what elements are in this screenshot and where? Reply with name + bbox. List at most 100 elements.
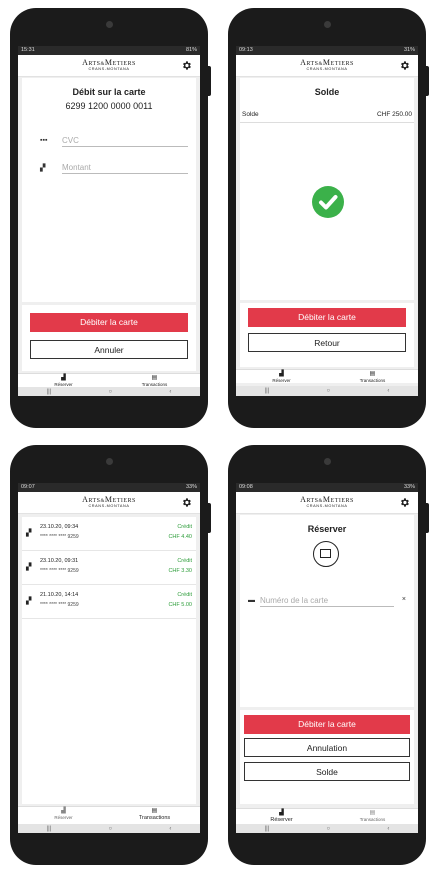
bottom-nav: ▟ Réserver ▤ Transactions <box>236 808 418 824</box>
status-bar: 09:07 33% <box>18 483 200 492</box>
tab-reserve[interactable]: ▟ Réserver <box>236 809 327 824</box>
bottom-nav: ▟ Réserver ▤ Transactions <box>18 373 200 387</box>
gear-icon[interactable] <box>399 497 410 508</box>
page-title: Réserver <box>307 524 347 534</box>
gear-icon[interactable] <box>181 60 192 71</box>
back-button[interactable]: Retour <box>248 333 406 352</box>
tab-transactions-label: Transactions <box>359 817 386 822</box>
balance-row: Solde CHF 250.00 <box>240 111 414 123</box>
amount-input[interactable]: Montant <box>62 162 188 174</box>
close-icon[interactable]: × <box>402 596 406 603</box>
tab-reserve-label: Réserver <box>272 378 291 383</box>
recents-icon[interactable]: ||| <box>47 389 52 395</box>
coins-icon: ▞ <box>40 165 46 172</box>
qr-frame <box>320 549 331 558</box>
status-time: 09:13 <box>239 47 253 53</box>
camera <box>106 458 113 465</box>
coins-icon: ▞ <box>26 530 32 537</box>
list-icon: ▤ <box>151 808 158 814</box>
amount-field[interactable]: ▞ Montant <box>40 162 188 176</box>
transaction-date: 23.10.20, 09:31 <box>40 558 79 564</box>
tab-transactions[interactable]: ▤ Transactions <box>109 374 200 387</box>
tab-transactions-label: Transactions <box>138 815 171 821</box>
list-icon: ▤ <box>369 810 376 816</box>
debit-card-button[interactable]: Débiter la carte <box>30 313 188 332</box>
bottom-nav: ▟ Réserver ▤ Transactions <box>236 369 418 383</box>
home-icon[interactable]: ○ <box>109 389 113 395</box>
screen-reserve: 09:08 33% ARTS&METIERS CRANS-MONTANA Rése… <box>236 483 418 833</box>
tab-transactions-label: Transactions <box>359 378 386 383</box>
recents-icon[interactable]: ||| <box>265 826 270 832</box>
balance-value: CHF 250.00 <box>376 111 412 118</box>
transaction-row[interactable]: ▞ 23.10.20, 09:31 **** **** **** 9259 Cr… <box>22 551 196 585</box>
system-nav: ||| ○ ‹ <box>18 387 200 396</box>
home-icon[interactable]: ○ <box>327 388 331 394</box>
balance-button[interactable]: Solde <box>244 762 410 781</box>
home-icon[interactable]: ○ <box>109 826 113 832</box>
transaction-amount: CHF 4.40 <box>168 534 192 540</box>
camera <box>324 458 331 465</box>
transaction-card: **** **** **** 9259 <box>40 534 79 540</box>
balance-card: Solde Solde CHF 250.00 <box>240 78 414 300</box>
list-icon: ▤ <box>151 375 158 381</box>
back-icon[interactable]: ‹ <box>169 826 171 832</box>
recents-icon[interactable]: ||| <box>47 826 52 832</box>
coins-icon: ▟ <box>61 375 66 381</box>
side-button <box>208 66 211 96</box>
transaction-row[interactable]: ▞ 23.10.20, 09:34 **** **** **** 9259 Cr… <box>22 517 196 551</box>
status-bar: 15:31 81% <box>18 46 200 55</box>
app-bar: ARTS&METIERS CRANS-MONTANA <box>18 55 200 77</box>
tab-reserve[interactable]: ▟ Réserver <box>18 807 109 824</box>
phone-transactions: 09:07 33% ARTS&METIERS CRANS-MONTANA ▞ 23… <box>10 445 211 865</box>
balance-label: Solde <box>242 111 259 118</box>
status-battery: 31% <box>403 47 415 53</box>
card-number-input[interactable]: Numéro de la carte <box>260 595 394 607</box>
page-title: Solde <box>314 87 340 97</box>
cancel-button[interactable]: Annuler <box>30 340 188 359</box>
transaction-card: **** **** **** 9259 <box>40 568 79 574</box>
debit-card-button[interactable]: Débiter la carte <box>248 308 406 327</box>
status-battery: 81% <box>185 47 197 53</box>
home-icon[interactable]: ○ <box>327 826 331 832</box>
phone-reserve: 09:08 33% ARTS&METIERS CRANS-MONTANA Rése… <box>228 445 429 865</box>
transactions-list: ▞ 23.10.20, 09:34 **** **** **** 9259 Cr… <box>22 517 196 804</box>
transaction-amount: CHF 3.30 <box>168 568 192 574</box>
card-number: 6299 1200 0000 0011 <box>65 101 153 111</box>
tab-reserve-label: Réserver <box>270 817 293 823</box>
status-bar: 09:08 33% <box>236 483 418 492</box>
tab-transactions[interactable]: ▤ Transactions <box>327 809 418 824</box>
system-nav: ||| ○ ‹ <box>236 386 418 396</box>
phone-debit: 15:31 81% ARTS&METIERS CRANS-MONTANA Débi… <box>10 8 211 428</box>
back-icon[interactable]: ‹ <box>169 389 171 395</box>
transaction-row[interactable]: ▞ 21.10.20, 14:14 **** **** **** 9259 Cr… <box>22 585 196 619</box>
back-icon[interactable]: ‹ <box>387 826 389 832</box>
tab-reserve[interactable]: ▟ Réserver <box>236 370 327 383</box>
recents-icon[interactable]: ||| <box>265 388 270 394</box>
gear-icon[interactable] <box>181 497 192 508</box>
screen-debit: 15:31 81% ARTS&METIERS CRANS-MONTANA Débi… <box>18 46 200 396</box>
cancellation-button[interactable]: Annulation <box>244 738 410 757</box>
status-time: 09:07 <box>21 484 35 490</box>
app-bar: ARTS&METIERS CRANS-MONTANA <box>236 55 418 77</box>
tab-transactions[interactable]: ▤ Transactions <box>109 807 200 824</box>
transaction-amount: CHF 5.00 <box>168 602 192 608</box>
cvc-input[interactable]: CVC <box>62 135 188 147</box>
app-bar: ARTS&METIERS CRANS-MONTANA <box>18 492 200 514</box>
cvc-field[interactable]: ▪▪▪ CVC <box>40 135 188 149</box>
app-bar: ARTS&METIERS CRANS-MONTANA <box>236 492 418 514</box>
qr-scan-icon[interactable] <box>313 541 339 567</box>
card-number-field[interactable]: ▬ Numéro de la carte × <box>248 595 406 609</box>
tab-transactions[interactable]: ▤ Transactions <box>327 370 418 383</box>
back-icon[interactable]: ‹ <box>387 388 389 394</box>
tab-reserve[interactable]: ▟ Réserver <box>18 374 109 387</box>
gear-icon[interactable] <box>399 60 410 71</box>
side-button <box>208 503 211 533</box>
screen-balance: 09:13 31% ARTS&METIERS CRANS-MONTANA Sold… <box>236 46 418 396</box>
actions-card: Débiter la carte Annuler <box>22 305 196 371</box>
debit-form-card: Débit sur la carte 6299 1200 0000 0011 ▪… <box>22 78 196 302</box>
brand-logo: ARTS&METIERS CRANS-MONTANA <box>82 58 136 71</box>
brand-logo: ARTS&METIERS CRANS-MONTANA <box>82 495 136 508</box>
debit-card-button[interactable]: Débiter la carte <box>244 715 410 734</box>
camera <box>106 21 113 28</box>
side-button <box>426 66 429 96</box>
